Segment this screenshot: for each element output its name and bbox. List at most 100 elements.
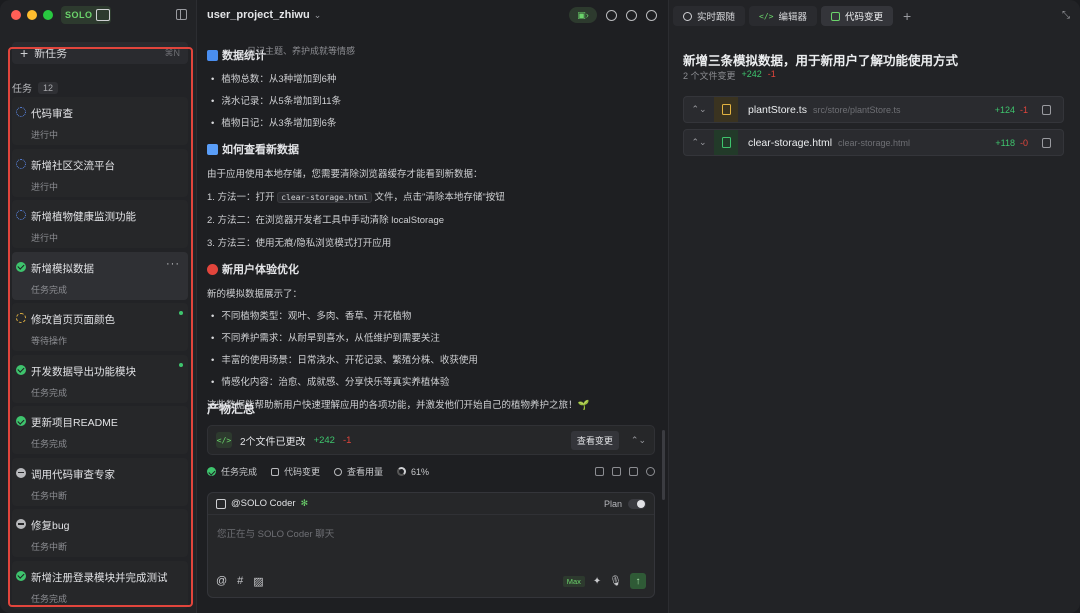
lines-added: +242 [313,434,335,446]
collapse-panel-icon[interactable]: ⤡ [1062,10,1070,21]
task-item-fix-bug[interactable]: 修复bug 任务中断 [12,509,188,557]
expand-chevron-icon[interactable]: ⌃⌄ [684,104,714,115]
plan-label: Plan [603,498,622,509]
plan-toggle[interactable] [628,498,646,509]
task-item-homepage-color[interactable]: 修改首页页面颜色 等待操作 [12,303,188,351]
solo-box-icon [95,9,110,21]
ux-heading: 新用户体验优化 [207,261,657,277]
task-status: 任务完成 [31,593,68,604]
method-1-pre: 1. 方法一：打开 [207,192,278,203]
file-changes-card[interactable]: </> 2个文件已更改 +242 -1 查看变更 ⌃⌄ [207,425,655,455]
task-item-plant-health[interactable]: 新增植物健康监测功能 进行中 [12,200,188,248]
task-list: 代码审查 进行中 新增社区交流平台 进行中 新增植物健康监测功能 进行中 新增模… [12,97,188,612]
task-title: 调用代码审查专家 [31,468,115,481]
code-changes-text: 代码变更 [284,467,321,477]
file-diff-row[interactable]: ⌃⌄ plantStore.ts src/store/plantStore.ts… [683,96,1064,123]
copy-icon[interactable] [629,467,638,476]
chat-input[interactable]: 您正在与 SOLO Coder 聊天 [217,526,334,540]
file-icon [271,467,280,476]
user-icon[interactable] [646,9,657,21]
solo-logo[interactable]: SOLO [61,6,111,24]
ts-file-icon [714,97,738,122]
file-lines-added: +118 [995,137,1015,148]
code-changes-link[interactable]: 代码变更 [271,465,320,478]
close-window-button[interactable] [11,10,21,20]
thumbs-up-icon[interactable] [595,467,604,476]
agent-name[interactable]: @SOLO Coder [231,498,296,509]
task-title: 新增模拟数据 [31,262,94,275]
hash-icon[interactable]: # [237,575,243,587]
summary-heading: 产物汇总 [207,402,256,416]
task-title: 更新项目README [31,417,118,429]
chevron-down-icon: ⌄ [313,10,322,20]
tab-live-follow[interactable]: 实时跟随 [673,6,746,26]
max-mode-badge[interactable]: Max [562,575,585,587]
view-usage-text: 查看用量 [347,467,384,477]
list-item: 不同养护需求：从耐旱到喜水，从低维护到需要关注 [207,330,657,344]
task-item-login-module[interactable]: 新增注册登录模块并完成测试 任务完成 [12,560,188,609]
file-name: plantStore.ts [748,103,807,116]
retry-icon[interactable] [646,467,655,476]
task-item-community[interactable]: 新增社区交流平台 进行中 [12,148,188,197]
app-window: SOLO + 新任务 ⌘N 任务 12 代码审查 进行中 新增社区交流平台 进行… [0,0,1080,613]
tab-label: 实时跟随 [697,12,736,23]
task-title: 修复bug [31,520,70,532]
send-button[interactable]: ↑ [630,573,646,589]
file-name: clear-storage.html [748,136,833,149]
thumbs-down-icon[interactable] [612,467,621,476]
expand-chevron-icon[interactable]: ⌃⌄ [684,137,714,148]
new-task-button[interactable]: + 新任务 ⌘N [12,42,188,64]
new-task-label: 新任务 [34,48,68,60]
open-file-icon[interactable] [1042,137,1051,148]
add-tab-icon[interactable]: + [897,8,917,24]
mention-icon[interactable]: @ [216,575,227,587]
view-usage-link[interactable]: 查看用量 [334,465,383,478]
gear-icon[interactable] [626,9,637,21]
list-item: 情感化内容：治愈、成就感、分享快乐等真实养植体验 [207,374,657,388]
file-lines-added: +124 [994,104,1015,115]
maximize-window-button[interactable] [43,10,53,20]
list-item: 浇水记录：从5条增加到11条 [207,93,657,107]
task-list-header: 任务 12 [12,80,59,95]
changes-label: 2个文件已更改 [240,436,306,448]
tab-editor[interactable]: </> 编辑器 [749,6,817,26]
task-status: 进行中 [31,130,59,140]
file-diff-row[interactable]: ⌃⌄ clear-storage.html clear-storage.html… [683,129,1064,156]
more-options-icon[interactable]: ··· [166,258,180,270]
task-status: 任务中断 [31,490,68,501]
files-changed-count: 2 个文件变更 [683,71,736,81]
open-file-icon[interactable] [1042,104,1051,115]
magic-icon[interactable]: ✦ [593,576,601,587]
target-icon [207,263,218,275]
right-panel: 实时跟随 </> 编辑器 代码变更 + ⤡ 新增三条模拟数据，用于新用户了解功能… [668,0,1080,613]
file-path: src/store/plantStore.ts [812,104,901,115]
tasks-count-badge: 12 [38,81,59,94]
composer-actions: Max ✦ 🎙 ↑ [562,573,646,589]
chat-panel: user_project_zhiwu ⌄ ▣› 日记主题、养护成就等情感 数据统计… [197,0,667,613]
truncated-line: 日记主题、养护成就等情感 [247,46,356,56]
sidebar-toggle-icon[interactable] [176,9,187,20]
change-summary: 2 个文件变更 +242 -1 [683,69,776,82]
view-changes-button[interactable]: 查看变更 [570,430,619,450]
task-status: 任务完成 [31,284,68,295]
file-lines-deleted: -1 [1019,104,1028,115]
microphone-icon[interactable]: 🎙 [609,576,622,587]
task-item-mock-data[interactable]: 新增模拟数据 任务完成 ··· [12,251,188,300]
task-status: 等待操作 [31,336,68,346]
waiting-icon [16,313,26,323]
in-progress-icon [16,107,26,117]
task-status: 进行中 [31,181,59,192]
task-item-code-review[interactable]: 代码审查 进行中 [12,97,188,145]
task-item-review-expert[interactable]: 调用代码审查专家 任务中断 [12,457,188,506]
message-footer: 任务完成 代码变更 查看用量 61% [207,465,655,478]
expand-chevron-icon[interactable]: ⌃⌄ [631,435,646,446]
minimize-window-button[interactable] [27,10,37,20]
task-status: 任务完成 [31,387,68,398]
tab-code-changes[interactable]: 代码变更 [820,6,893,26]
task-item-data-export[interactable]: 开发数据导出功能模块 任务完成 [12,354,188,403]
task-item-readme[interactable]: 更新项目README 任务完成 [12,406,188,454]
file-lines-deleted: -0 [1019,137,1028,148]
image-icon[interactable]: ▨ [253,575,263,588]
chat-scrollbar[interactable] [662,430,665,500]
chat-icon[interactable] [606,9,617,21]
